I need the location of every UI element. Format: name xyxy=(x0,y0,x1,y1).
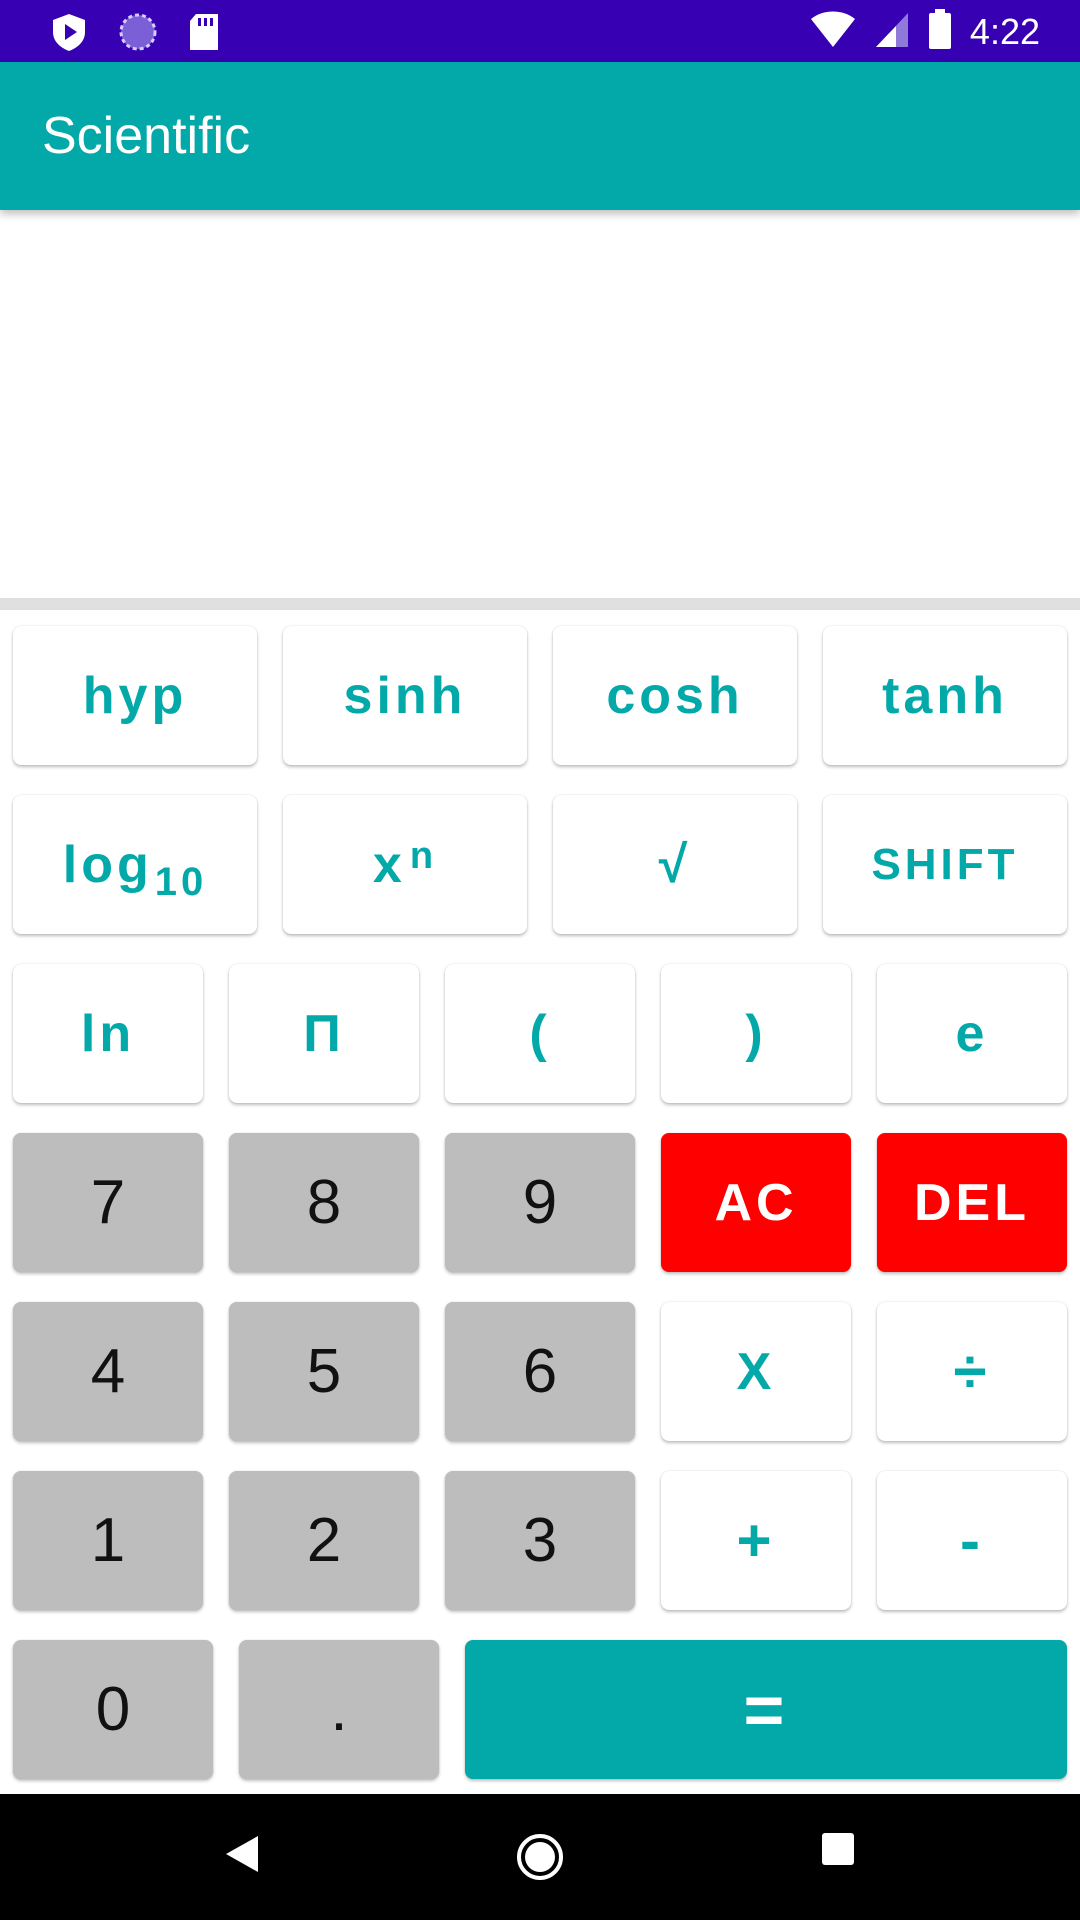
multiply-button[interactable]: X xyxy=(661,1302,851,1441)
ln-label: ln xyxy=(80,1004,136,1063)
minus-button[interactable]: - xyxy=(877,1471,1067,1610)
digit-5-label: 5 xyxy=(306,1337,342,1406)
delete-button[interactable]: DEL xyxy=(877,1133,1067,1272)
sync-circle-icon xyxy=(118,12,158,57)
app-bar: Scientific xyxy=(0,62,1080,210)
e-label: e xyxy=(955,1004,989,1063)
power-superscript: n xyxy=(409,835,438,877)
all-clear-button[interactable]: AC xyxy=(661,1133,851,1272)
digit-0-label: 0 xyxy=(95,1675,131,1744)
digit-8-label: 8 xyxy=(306,1168,342,1237)
log10-button[interactable]: log 10 xyxy=(13,795,257,934)
signal-icon xyxy=(874,9,910,54)
sd-card-icon xyxy=(188,13,220,56)
recents-icon[interactable] xyxy=(821,1832,855,1871)
plus-label: + xyxy=(736,1507,776,1574)
digit-8-button[interactable]: 8 xyxy=(229,1133,419,1272)
minus-label: - xyxy=(960,1507,984,1574)
close-paren-button[interactable]: ) xyxy=(661,964,851,1103)
power-base-label: x xyxy=(372,835,406,894)
digit-3-button[interactable]: 3 xyxy=(445,1471,635,1610)
hyp-button[interactable]: hyp xyxy=(13,626,257,765)
battery-icon xyxy=(928,8,952,55)
home-icon[interactable] xyxy=(515,1832,565,1887)
digit-9-label: 9 xyxy=(522,1168,558,1237)
calculator-display xyxy=(0,210,1080,598)
digit-5-button[interactable]: 5 xyxy=(229,1302,419,1441)
decimal-point-button[interactable]: . xyxy=(239,1640,439,1779)
digit-4-button[interactable]: 4 xyxy=(13,1302,203,1441)
status-bar: 4:22 xyxy=(0,0,1080,62)
digit-0-button[interactable]: 0 xyxy=(13,1640,213,1779)
open-paren-button[interactable]: ( xyxy=(445,964,635,1103)
cosh-label: cosh xyxy=(606,666,744,725)
digit-7-label: 7 xyxy=(90,1168,126,1237)
clock-time: 4:22 xyxy=(969,10,1040,52)
decimal-point-label: . xyxy=(330,1675,348,1744)
digit-1-button[interactable]: 1 xyxy=(13,1471,203,1610)
ln-button[interactable]: ln xyxy=(13,964,203,1103)
digit-7-button[interactable]: 7 xyxy=(13,1133,203,1272)
cosh-button[interactable]: cosh xyxy=(553,626,797,765)
hyp-label: hyp xyxy=(82,666,188,725)
navigation-bar xyxy=(0,1794,1080,1920)
play-protect-icon xyxy=(50,12,88,57)
digit-6-label: 6 xyxy=(522,1337,558,1406)
page-title: Scientific xyxy=(42,107,251,165)
equals-label: = xyxy=(743,1670,789,1749)
digit-9-button[interactable]: 9 xyxy=(445,1133,635,1272)
digit-2-button[interactable]: 2 xyxy=(229,1471,419,1610)
sqrt-button[interactable]: √ xyxy=(553,795,797,934)
tanh-button[interactable]: tanh xyxy=(823,626,1067,765)
back-icon[interactable] xyxy=(222,1832,262,1881)
shift-button[interactable]: SHIFT xyxy=(823,795,1067,934)
wifi-icon xyxy=(810,9,856,54)
pi-button[interactable]: Π xyxy=(229,964,419,1103)
shift-label: SHIFT xyxy=(871,839,1019,889)
digit-4-label: 4 xyxy=(90,1337,126,1406)
open-paren-label: ( xyxy=(529,1004,551,1063)
e-button[interactable]: e xyxy=(877,964,1067,1103)
multiply-label: X xyxy=(736,1342,776,1401)
power-button[interactable]: xn xyxy=(283,795,527,934)
close-paren-label: ) xyxy=(745,1004,767,1063)
sinh-label: sinh xyxy=(343,666,467,725)
sinh-button[interactable]: sinh xyxy=(283,626,527,765)
divide-label: ÷ xyxy=(953,1338,991,1405)
digit-1-label: 1 xyxy=(90,1506,126,1575)
log-subscript: 10 xyxy=(154,860,208,904)
equals-button[interactable]: = xyxy=(465,1640,1067,1779)
plus-button[interactable]: + xyxy=(661,1471,851,1610)
divider xyxy=(0,598,1080,610)
digit-6-button[interactable]: 6 xyxy=(445,1302,635,1441)
all-clear-label: AC xyxy=(714,1173,798,1232)
digit-2-label: 2 xyxy=(306,1506,342,1575)
divide-button[interactable]: ÷ xyxy=(877,1302,1067,1441)
tanh-label: tanh xyxy=(882,666,1008,725)
sqrt-label: √ xyxy=(658,835,692,894)
delete-label: DEL xyxy=(914,1173,1030,1232)
log-label: log xyxy=(62,835,153,894)
pi-label: Π xyxy=(303,1004,345,1063)
digit-3-label: 3 xyxy=(522,1506,558,1575)
